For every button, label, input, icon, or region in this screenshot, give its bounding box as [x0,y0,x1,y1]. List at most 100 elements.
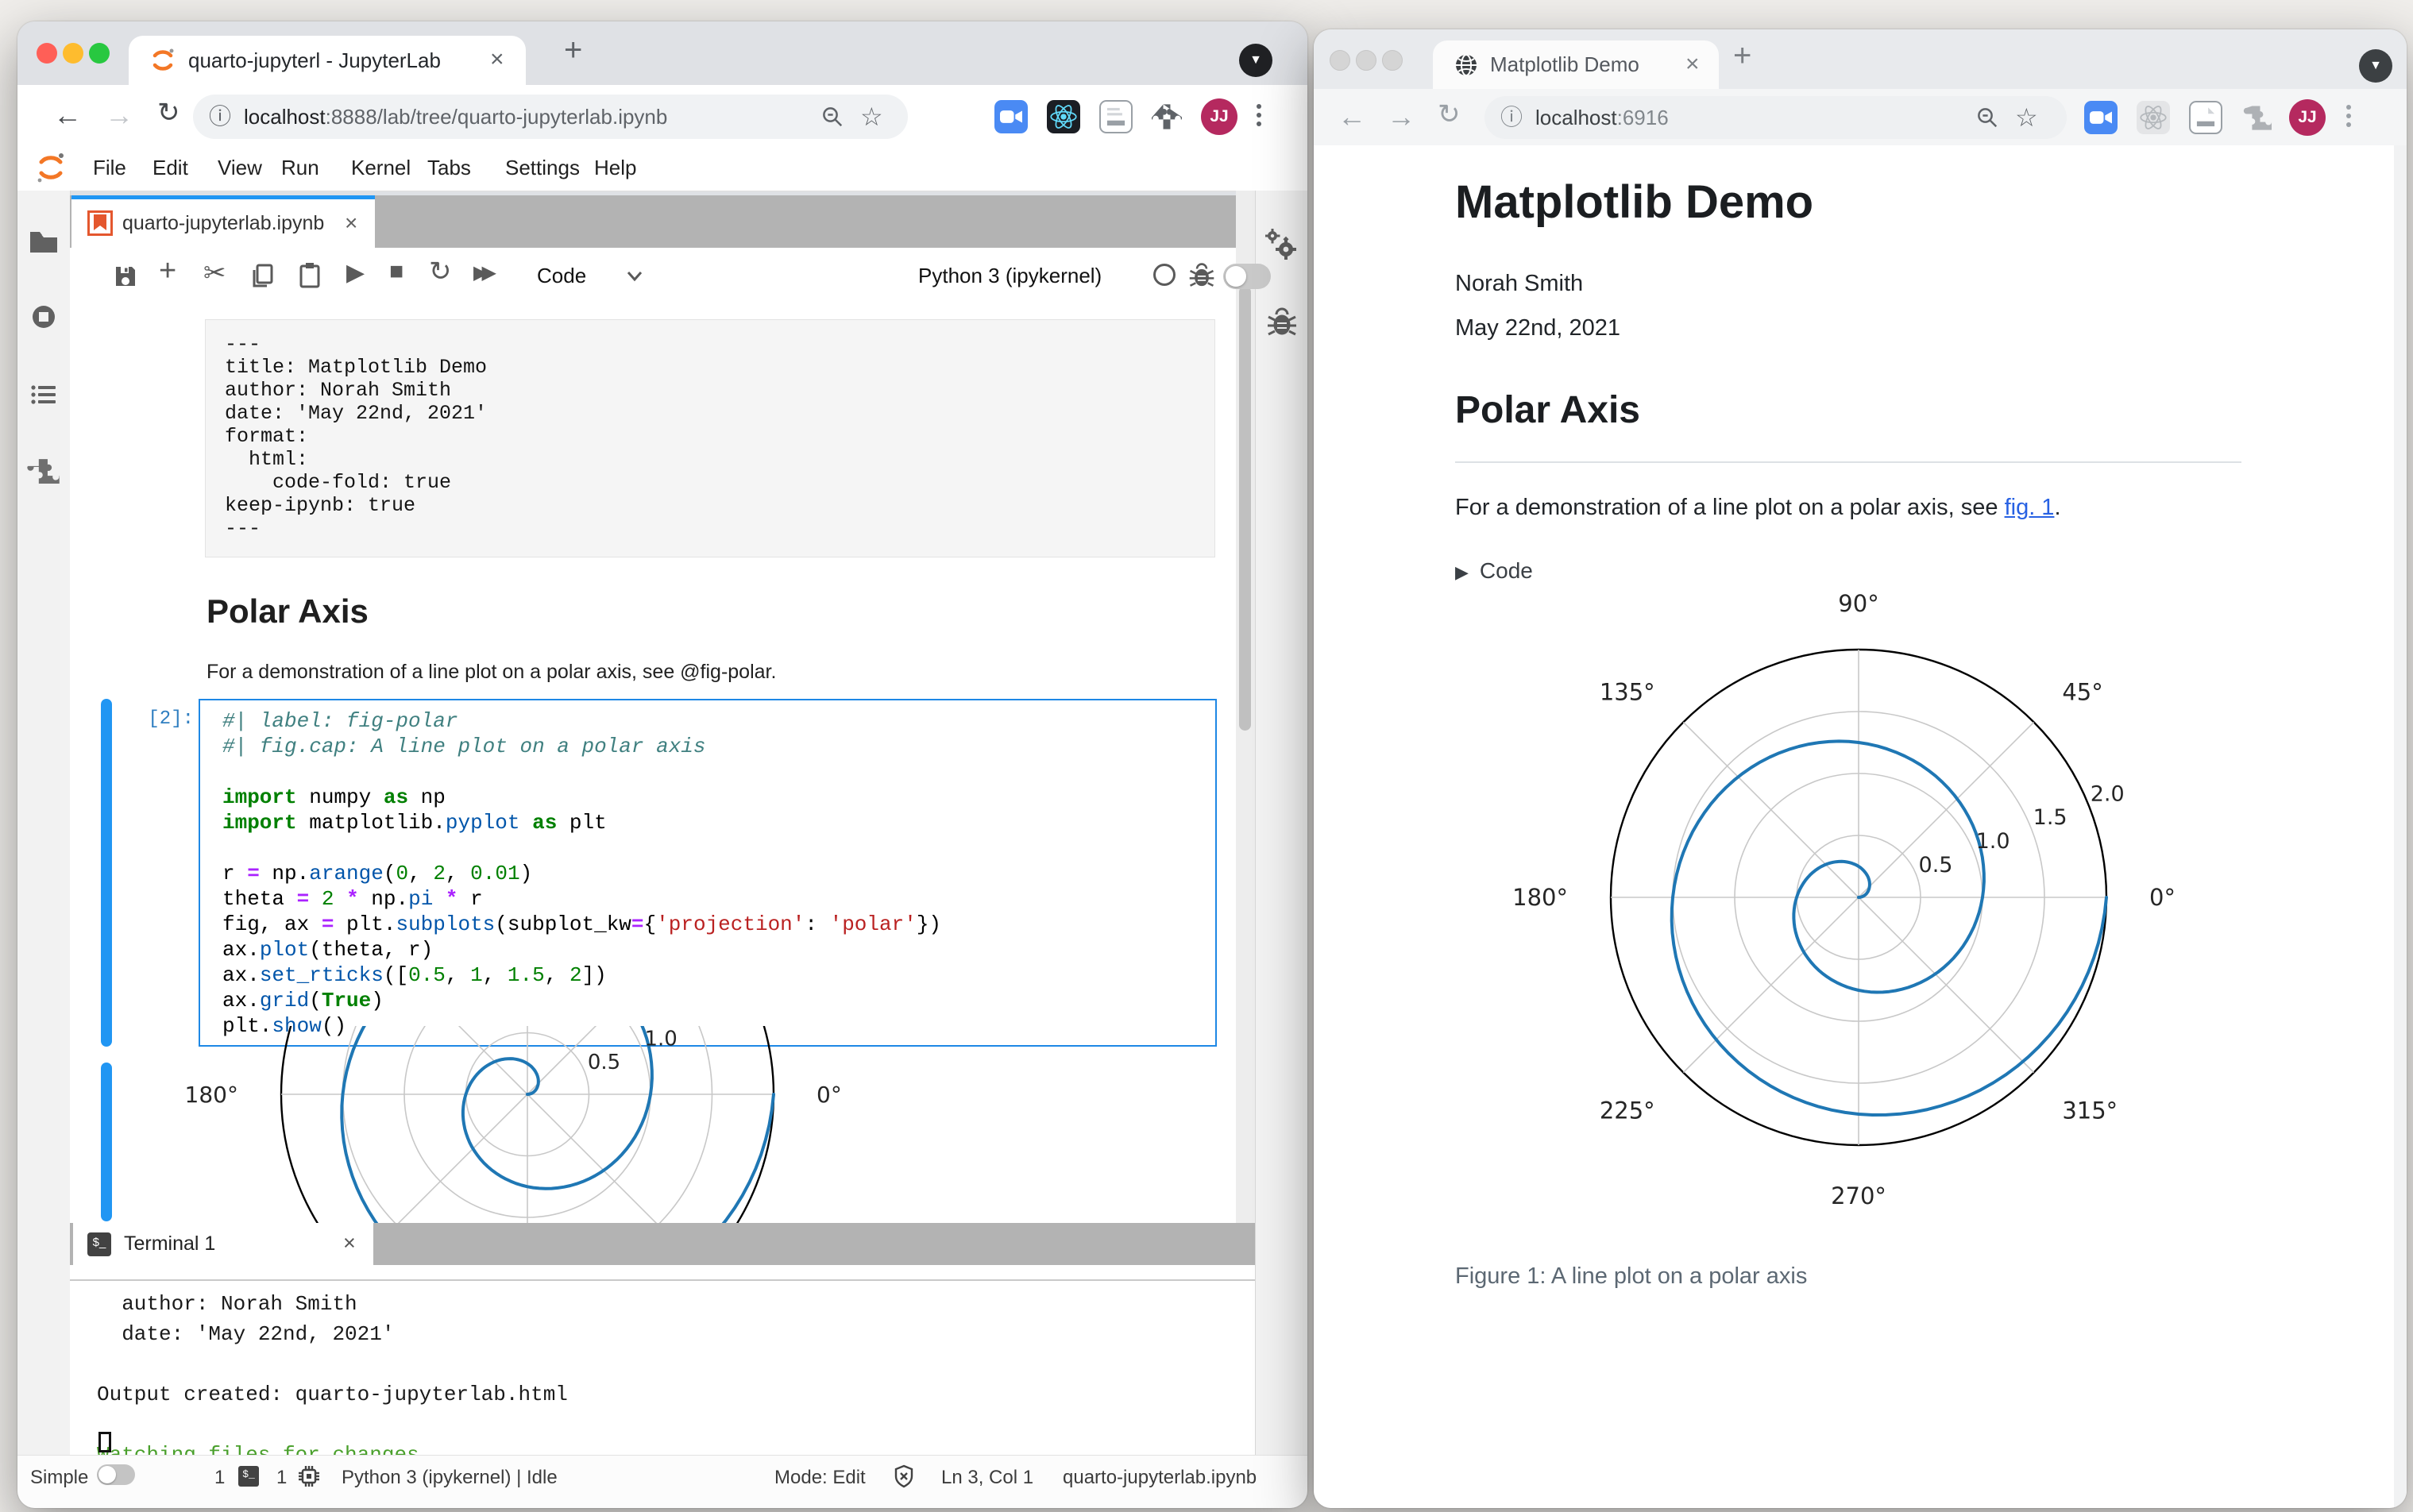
zoom-out-icon[interactable] [1975,106,1999,129]
minimize-traffic-light[interactable] [63,43,83,64]
react-devtools-extension-icon[interactable] [1047,100,1080,133]
paste-cells-icon[interactable] [295,260,324,289]
scrollbar-thumb[interactable] [1239,286,1251,731]
back-icon[interactable]: ← [53,98,82,132]
kernel-name[interactable]: Python 3 (ipykernel) [918,248,1102,303]
run-cell-icon[interactable]: ▶ [346,259,365,287]
toolbar-toggle[interactable] [1223,264,1271,289]
tab-close-icon[interactable]: × [490,36,504,85]
site-info-icon[interactable]: ⓘ [1500,96,1523,139]
cursor-position[interactable]: Ln 3, Col 1 [941,1467,1033,1489]
notebook-tab[interactable]: quarto-jupyterlab.ipynb × [71,195,375,248]
menu-run[interactable]: Run [281,145,319,191]
url-host: localhost [244,105,326,129]
kernel-status-text[interactable]: Python 3 (ipykernel) | Idle [342,1467,558,1489]
figure-link[interactable]: fig. 1 [2005,495,2055,520]
debugger-bug-icon[interactable] [1266,307,1298,338]
browser-menu-icon[interactable] [2346,105,2351,131]
close-traffic-light[interactable] [37,43,57,64]
back-icon[interactable]: ← [1338,100,1366,133]
cell-type-select[interactable]: Code [537,248,586,303]
menu-edit[interactable]: Edit [153,145,188,191]
bookmark-star-icon[interactable]: ☆ [2015,96,2038,139]
zoom-extension-icon[interactable] [994,100,1028,133]
notes-extension-icon[interactable] [1099,100,1133,133]
notes-extension-icon[interactable] [2189,101,2222,134]
extension-manager-icon[interactable] [27,454,60,488]
terminal-tab-close-icon[interactable]: × [343,1223,356,1265]
browser-tab[interactable]: Matplotlib Demo × [1433,40,1719,89]
code-cell[interactable]: #| label: fig-polar #| fig.cap: A line pl… [199,699,1217,1047]
notebook-tab-close-icon[interactable]: × [345,199,357,248]
add-cell-icon[interactable]: + [159,254,176,288]
simple-mode-toggle[interactable] [97,1464,135,1485]
puzzle-extensions-icon[interactable] [1152,102,1182,132]
property-inspector-gears-icon[interactable] [1265,229,1299,262]
save-icon[interactable] [111,262,140,291]
kernel-status-circle-icon[interactable] [1153,264,1176,286]
dock-tabbar: quarto-jupyterlab.ipynb × [70,195,1236,248]
markdown-paragraph[interactable]: For a demonstration of a line plot on a … [207,661,776,684]
paragraph-text: For a demonstration of a line plot on a … [1455,495,2005,520]
kernel-chip-icon[interactable] [297,1464,321,1488]
statusbar-filename[interactable]: quarto-jupyterlab.ipynb [1063,1467,1257,1489]
address-bar[interactable]: ⓘ localhost:8888/lab/tree/quarto-jupyter… [193,94,908,139]
zoom-extension-icon[interactable] [2084,101,2118,134]
forward-icon[interactable]: → [105,98,133,132]
cut-cells-icon[interactable]: ✂ [203,257,226,289]
file-browser-icon[interactable] [27,226,60,259]
tab-search-button[interactable]: ▼ [2359,49,2392,83]
profile-avatar[interactable]: JJ [1201,98,1237,135]
react-devtools-extension-icon[interactable] [2137,101,2170,134]
page-scrollbar[interactable] [2394,145,2407,1508]
minimize-traffic-light[interactable] [1356,50,1376,71]
url-text[interactable]: localhost:6916 [1535,96,1669,139]
table-of-contents-icon[interactable] [27,378,60,411]
stop-kernel-icon[interactable]: ■ [389,258,403,285]
forward-icon[interactable]: → [1387,100,1415,133]
input-collapser[interactable] [101,699,112,1047]
restart-kernel-icon[interactable]: ↻ [429,256,452,287]
notification-shield-icon[interactable] [891,1464,917,1489]
restart-run-all-icon[interactable]: ▶▶ [473,261,496,284]
markdown-heading[interactable]: Polar Axis [207,592,369,631]
code-editor[interactable]: #| label: fig-polar #| fig.cap: A line pl… [200,700,1215,1039]
terminals-count[interactable]: 1 [214,1467,225,1489]
bookmark-star-icon[interactable]: ☆ [860,94,883,139]
zoom-out-icon[interactable] [820,105,844,129]
menu-settings[interactable]: Settings [505,145,580,191]
menu-tabs[interactable]: Tabs [427,145,471,191]
zoom-traffic-light[interactable] [89,43,110,64]
yaml-raw-cell[interactable]: --- title: Matplotlib Demo author: Norah… [205,319,1215,557]
reload-icon[interactable]: ↻ [1438,98,1461,130]
terminal-tab[interactable]: $_ Terminal 1 × [73,1223,373,1265]
mode-indicator[interactable]: Mode: Edit [774,1467,866,1489]
menu-file[interactable]: File [93,145,126,191]
terminals-icon[interactable]: $_ [238,1466,259,1487]
running-kernels-icon[interactable] [27,300,60,334]
tab-close-icon[interactable]: × [1685,40,1700,89]
browser-menu-icon[interactable] [1257,104,1261,130]
cell-type-chevron-icon[interactable] [626,270,643,283]
terminal-content[interactable]: author: Norah Smith date: 'May 22nd, 202… [70,1265,1255,1467]
menu-kernel[interactable]: Kernel [351,145,411,191]
url-text[interactable]: localhost:8888/lab/tree/quarto-jupyterla… [244,94,667,139]
menu-view[interactable]: View [218,145,262,191]
address-bar[interactable]: ⓘ localhost:6916 ☆ [1484,96,2067,139]
site-info-icon[interactable]: ⓘ [209,94,231,139]
tab-search-button[interactable]: ▼ [1239,44,1272,77]
left-nav-toolbar: ← → ↻ ⓘ localhost:8888/lab/tree/quarto-j… [17,85,1307,146]
reload-icon[interactable]: ↻ [157,97,180,129]
kernels-count[interactable]: 1 [276,1467,287,1489]
new-tab-button[interactable]: + [1733,38,1751,74]
browser-tab[interactable]: quarto-jupyterl - JupyterLab × [129,36,526,85]
copy-cells-icon[interactable] [249,262,276,289]
debugger-toggle-bug-icon[interactable] [1188,262,1215,289]
profile-avatar[interactable]: JJ [2289,99,2326,136]
menu-help[interactable]: Help [594,145,636,191]
new-tab-button[interactable]: + [564,33,582,68]
puzzle-extensions-icon[interactable] [2241,102,2272,133]
jupyter-logo [37,153,64,183]
close-traffic-light[interactable] [1330,50,1350,71]
zoom-traffic-light[interactable] [1382,50,1403,71]
